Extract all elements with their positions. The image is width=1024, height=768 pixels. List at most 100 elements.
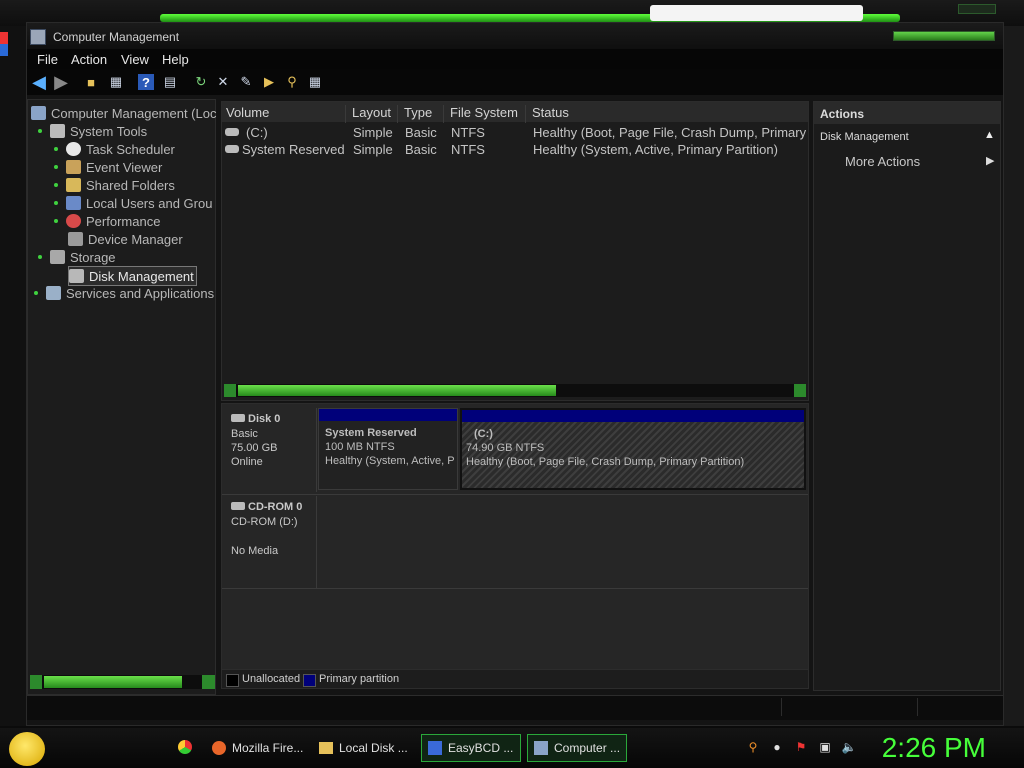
tree-item-services-applications[interactable]: Services and Applications [34,284,214,302]
computer-icon [31,106,46,120]
menu-action[interactable]: Action [71,52,107,67]
volume-icon[interactable]: 🔈 [842,740,857,754]
tree-item-performance[interactable]: Performance [54,212,160,230]
scroll-right-icon[interactable] [794,384,806,397]
help-icon[interactable]: ? [138,74,154,90]
expand-dot-icon[interactable] [54,165,58,169]
tree-item-device-manager[interactable]: Device Manager [68,230,183,248]
tree-item-storage[interactable]: Storage [38,248,116,266]
action-center-flag-icon[interactable]: ⚑ [794,740,808,754]
cdrom-0-label[interactable]: CD-ROM 0 CD-ROM (D:) No Media [224,496,317,588]
tree-scroll-thumb[interactable] [44,676,182,688]
expand-dot-icon[interactable] [34,291,38,295]
tree-item-task-scheduler[interactable]: Task Scheduler [54,140,175,158]
title-bar[interactable]: Computer Management [27,23,1003,49]
firefox-icon [212,741,226,755]
partition-system-reserved[interactable]: System Reserved 100 MB NTFS Healthy (Sys… [318,408,458,490]
tree-item-computer-management[interactable]: Computer Management (Loc [31,104,216,122]
forward-arrow-icon[interactable]: ▶ [53,72,69,92]
users-icon [66,196,81,210]
cdrom-0-row[interactable]: CD-ROM 0 CD-ROM (D:) No Media [222,496,808,589]
partition-legend: Unallocated Primary partition [221,669,809,689]
cdrom-name: CD-ROM 0 [248,501,303,513]
taskbar: Mozilla Fire... Local Disk ... EasyBCD .… [0,728,1024,768]
tree-item-label: Task Scheduler [86,141,175,157]
expand-dot-icon[interactable] [38,255,42,259]
shared-folders-icon [66,178,81,192]
taskbar-item-easybcd[interactable]: EasyBCD ... [421,734,521,762]
start-button-smiley-icon[interactable] [9,732,45,766]
menu-help[interactable]: Help [162,52,189,67]
tree-item-local-users[interactable]: Local Users and Grou [54,194,212,212]
scroll-left-icon[interactable] [224,384,236,397]
column-status[interactable]: Status [528,105,808,123]
disk-0-label[interactable]: Disk 0 Basic 75.00 GB Online [224,408,317,492]
window-controls[interactable] [893,31,995,41]
tree-item-shared-folders[interactable]: Shared Folders [54,176,175,194]
partition-c[interactable]: (C:) 74.90 GB NTFS Healthy (Boot, Page F… [460,408,806,490]
tree-item-event-viewer[interactable]: Event Viewer [54,158,162,176]
scroll-right-icon[interactable] [202,675,215,689]
column-layout[interactable]: Layout [348,105,398,123]
expand-dot-icon[interactable] [54,147,58,151]
volume-row[interactable]: (C:) Simple Basic NTFS Healthy (Boot, Pa… [222,124,808,141]
taskbar-item-computer-management[interactable]: Computer ... [527,734,627,762]
expand-dot-icon[interactable] [38,129,42,133]
wizard-icon[interactable]: ✎ [238,74,254,90]
tree-horizontal-scrollbar[interactable] [30,675,215,689]
tree-item-disk-management[interactable]: Disk Management [68,266,197,286]
tree-item-label: Disk Management [89,268,194,284]
collapse-up-icon[interactable]: ▲ [984,129,995,141]
performance-icon [66,214,81,228]
cdrom-state: No Media [231,545,279,557]
expand-dot-icon[interactable] [54,219,58,223]
open-icon[interactable]: ▶ [261,74,277,90]
search-icon[interactable]: ⚲ [746,740,760,754]
more-actions-item[interactable]: More Actions ▶ [814,150,1000,172]
services-icon [46,286,61,300]
volume-row[interactable]: System Reserved Simple Basic NTFS Health… [222,141,808,158]
menu-file[interactable]: File [37,52,58,67]
chrome-icon[interactable] [178,740,192,754]
delete-icon[interactable]: ✕ [215,74,231,90]
actions-section[interactable]: Disk Management ▲ [814,127,1000,147]
console-tree-icon[interactable]: ▦ [108,74,124,90]
column-volume[interactable]: Volume [222,105,346,123]
column-file-system[interactable]: File System [446,105,526,123]
actions-header: Actions [814,102,1000,124]
disk-0-row[interactable]: Disk 0 Basic 75.00 GB Online System Rese… [222,404,808,495]
volume-scroll-thumb[interactable] [238,385,556,396]
taskbar-item-firefox[interactable]: Mozilla Fire... [206,734,309,762]
partition-bar [462,410,804,422]
folder-up-icon[interactable]: ■ [83,74,99,90]
legend-unallocated: Unallocated [242,673,301,685]
export-icon[interactable]: ▦ [307,74,323,90]
network-icon[interactable]: ▣ [818,740,832,754]
disk-kind: Basic [231,428,258,440]
menu-view[interactable]: View [121,52,149,67]
expand-dot-icon[interactable] [54,183,58,187]
expand-dot-icon[interactable] [54,201,58,205]
tree-item-label: Device Manager [88,231,183,247]
submenu-arrow-icon: ▶ [986,155,995,167]
tree-item-system-tools[interactable]: System Tools [38,122,147,140]
refresh-icon[interactable]: ↻ [193,74,209,90]
taskbar-item-local-disk[interactable]: Local Disk ... [313,734,415,762]
tree-item-label: Shared Folders [86,177,175,193]
messenger-icon[interactable]: ● [770,740,784,754]
taskbar-item-label: Mozilla Fire... [232,741,304,755]
back-arrow-icon[interactable]: ◀ [31,72,47,92]
clock[interactable]: 2:26 PM [882,732,986,764]
properties-icon[interactable]: ▤ [162,74,178,90]
background-window-input [650,5,863,21]
tree-item-label: Event Viewer [86,159,163,175]
volume-type: Basic [405,125,437,140]
search-icon[interactable]: ⚲ [284,74,300,90]
volume-horizontal-scrollbar[interactable] [224,384,806,397]
scroll-left-icon[interactable] [30,675,42,689]
navigation-tree: Computer Management (Loc System Tools Ta… [27,99,216,695]
volume-type: Basic [405,142,437,157]
easybcd-icon [428,741,442,755]
disk-name: Disk 0 [248,413,281,425]
column-type[interactable]: Type [400,105,444,123]
